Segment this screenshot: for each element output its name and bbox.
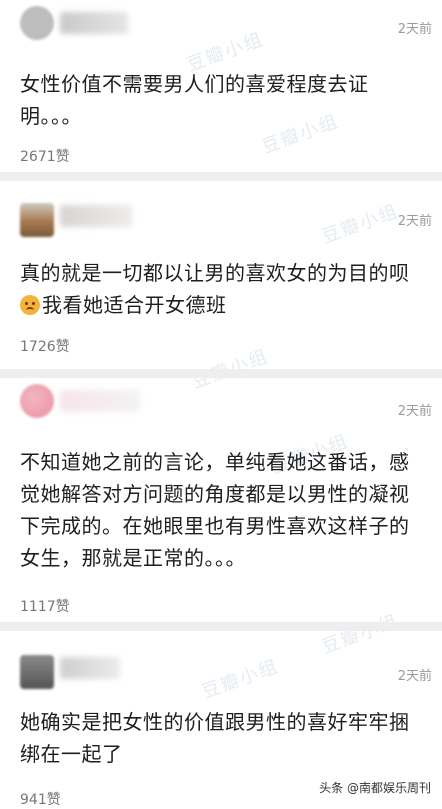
avatar[interactable]: [20, 6, 54, 40]
like-count[interactable]: 1117赞: [20, 596, 70, 616]
timestamp: 2天前: [397, 404, 432, 419]
avatar[interactable]: [20, 655, 54, 689]
source-credit: 头条 @南都娱乐周刊: [316, 778, 434, 797]
like-count[interactable]: 1726赞: [20, 336, 70, 356]
comment-text: 她确实是把女性的价值跟男性的喜好牢牢捆绑在一起了: [20, 710, 410, 766]
sad-face-emoji-icon: [20, 295, 40, 315]
timestamp: 2天前: [397, 669, 432, 684]
comment-text: 真的就是一切都以让男的喜欢女的为目的呗 我看她适合开女德班: [20, 257, 425, 321]
comment-2: 2天前 真的就是一切都以让男的喜欢女的为目的呗 我看她适合开女德班 1726赞: [0, 181, 442, 366]
avatar[interactable]: [20, 203, 54, 237]
timestamp: 2天前: [397, 22, 432, 37]
comment-text-line2: 我看她适合开女德班: [20, 289, 425, 321]
avatar[interactable]: [20, 384, 54, 418]
username-blurred[interactable]: [60, 390, 140, 412]
username-blurred[interactable]: [60, 657, 120, 679]
like-count[interactable]: 2671赞: [20, 146, 70, 166]
username-blurred[interactable]: [60, 205, 132, 227]
like-count[interactable]: 941赞: [20, 789, 61, 809]
comment-1: 2天前 女性价值不需要男人们的喜爱程度去证明。。。 2671赞: [0, 0, 442, 168]
separator: [0, 172, 442, 181]
comment-text: 女性价值不需要男人们的喜爱程度去证明。。。: [20, 72, 369, 128]
comment-text-line1: 真的就是一切都以让男的喜欢女的为目的呗: [20, 261, 410, 285]
comment-text: 不知道她之前的言论，单纯看她这番话，感觉她解答对方问题的角度都是以男性的凝视下完…: [20, 450, 410, 570]
username-blurred[interactable]: [60, 12, 128, 34]
separator: [0, 369, 442, 378]
comment-3: 2天前 不知道她之前的言论，单纯看她这番话，感觉她解答对方问题的角度都是以男性的…: [0, 378, 442, 623]
comment-text-line2-text: 我看她适合开女德班: [42, 293, 227, 317]
timestamp: 2天前: [397, 214, 432, 229]
separator: [0, 622, 442, 631]
